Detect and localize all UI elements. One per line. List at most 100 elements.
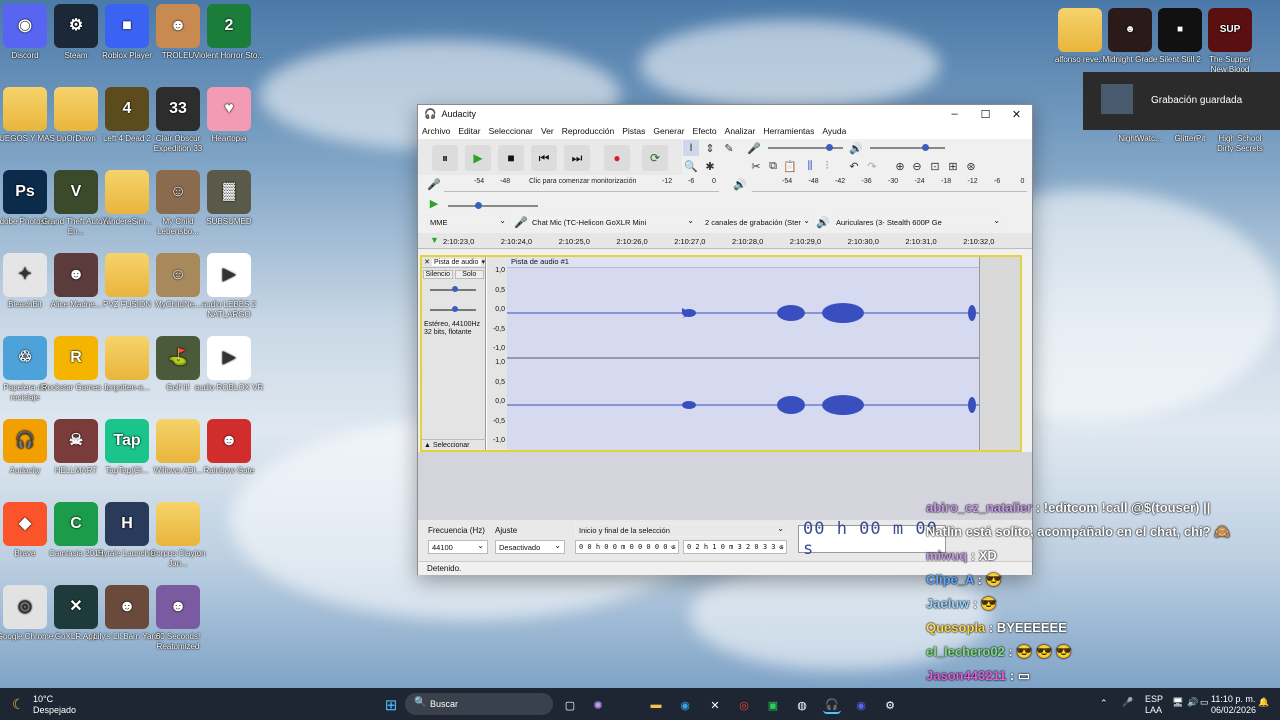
skip-start-button[interactable]: ⏮: [531, 145, 557, 171]
track-empty-area[interactable]: [979, 257, 1020, 450]
copy-icon[interactable]: ⧉: [765, 158, 781, 174]
menu-item[interactable]: Editar: [458, 126, 480, 136]
mute-button[interactable]: Silencio: [423, 270, 453, 279]
mic-volume-slider[interactable]: [768, 144, 843, 151]
file-explorer-icon[interactable]: ▬: [647, 696, 665, 714]
desktop-icon[interactable]: alfonso reve...: [1052, 8, 1108, 65]
title-bar[interactable]: 🎧 Audacity – ☐ ✕: [418, 105, 1032, 123]
clock-date[interactable]: 06/02/2026: [1211, 705, 1256, 715]
track-area[interactable]: ✕ Pista de audio ▾ Silencio Solo Estéreo…: [420, 255, 1022, 452]
stop-button[interactable]: ■: [498, 145, 524, 171]
menu-item[interactable]: Seleccionar: [489, 126, 533, 136]
steam-taskbar-icon[interactable]: ⚙: [881, 696, 899, 714]
desktop-icon[interactable]: ▶ audio LEBES 2 NATLARGO: [193, 253, 265, 320]
skip-end-button[interactable]: ⏭: [564, 145, 590, 171]
play-meter[interactable]: -54 -48 -42 -36 -30 -24 -18 -12 -6 0: [752, 178, 1027, 192]
envelope-tool-icon[interactable]: ⇕: [702, 140, 718, 156]
track-name-menu[interactable]: Pista de audio: [432, 258, 482, 266]
menu-item[interactable]: Generar: [653, 126, 684, 136]
menu-item[interactable]: Analizar: [725, 126, 756, 136]
battery-icon[interactable]: ▭: [1200, 697, 1209, 708]
selection-mode-select[interactable]: Inicio y final de la selección: [575, 523, 788, 537]
project-rate-select[interactable]: 44100: [428, 540, 488, 554]
selection-end-time[interactable]: 0 2 h 1 0 m 3 2 0 3 3 s: [683, 540, 787, 554]
channels-select[interactable]: 2 canales de grabación (Ster: [701, 215, 814, 229]
gain-slider[interactable]: [430, 286, 476, 292]
audio-host-select[interactable]: MME: [426, 215, 510, 229]
desktop-icon-label[interactable]: High School Dirty Secrets: [1212, 134, 1268, 154]
fit-project-icon[interactable]: ⊞: [945, 158, 961, 174]
pan-slider[interactable]: [430, 306, 476, 312]
menu-item[interactable]: Pistas: [622, 126, 645, 136]
timeline-ruler[interactable]: ▼ 2:10:23,0 2:10:24,0 2:10:25,0 2:10:26,0 2:…: [418, 233, 1032, 249]
notification-bell-icon[interactable]: 🔔: [1258, 697, 1269, 708]
desktop-icon[interactable]: 2 Violent Horror Sto...: [193, 4, 265, 61]
desktop-icon[interactable]: ☻ Rainbow Gate: [193, 419, 265, 476]
audacity-taskbar-icon[interactable]: 🎧: [823, 696, 841, 714]
recording-device-select[interactable]: Chat Mic (TC-Helicon GoXLR Mini: [528, 215, 698, 229]
zoom-in-icon[interactable]: ⊕: [892, 158, 908, 174]
close-icon[interactable]: ✕: [1001, 108, 1032, 121]
playback-device-select[interactable]: Auriculares (3- Stealth 600P Ge: [832, 215, 1004, 229]
menu-item[interactable]: Ver: [541, 126, 554, 136]
desktop-icon[interactable]: ▶ audio ROBLOX VR: [193, 336, 265, 393]
loop-button[interactable]: ⟳: [642, 145, 668, 171]
search-box[interactable]: 🔍 Buscar: [405, 693, 553, 715]
desktop-icon-label[interactable]: NightWatc...: [1112, 134, 1168, 144]
menu-item[interactable]: Efecto: [693, 126, 717, 136]
desktop-icon[interactable]: ☻ 60 Seconds! Reatomized: [142, 585, 214, 652]
desktop-icon[interactable]: Corpus Clayton Jan...: [142, 502, 214, 569]
selection-tool-icon[interactable]: I: [683, 140, 699, 156]
goxlr-icon[interactable]: ✕: [706, 696, 724, 714]
menu-item[interactable]: Herramientas: [763, 126, 814, 136]
language-layout[interactable]: LAA: [1145, 705, 1162, 715]
desktop-icon[interactable]: ■ Silent Still 2: [1152, 8, 1208, 65]
weather-desc[interactable]: Despejado: [33, 705, 76, 715]
zoom-tool-icon[interactable]: 🔍: [683, 158, 699, 174]
desktop-icon[interactable]: SUP The Supper New Blood: [1202, 8, 1258, 75]
pause-button[interactable]: ⏸: [432, 145, 458, 171]
volume-icon[interactable]: 🔊: [1187, 697, 1198, 708]
menu-item[interactable]: Ayuda: [822, 126, 846, 136]
zoom-out-icon[interactable]: ⊖: [909, 158, 925, 174]
multi-tool-icon[interactable]: ✱: [702, 158, 718, 174]
snap-select[interactable]: Desactivado: [495, 540, 565, 554]
discord-taskbar-icon[interactable]: ◉: [852, 696, 870, 714]
task-view-icon[interactable]: ▢: [561, 696, 579, 714]
weather-icon[interactable]: ☾: [12, 696, 25, 713]
copilot-icon[interactable]: ✺: [589, 696, 607, 714]
rec-meter[interactable]: -54 -48 Clic para comenzar monitorizació…: [444, 178, 719, 192]
trim-icon[interactable]: ⫼: [802, 158, 818, 174]
silence-icon[interactable]: ⫶: [819, 158, 835, 174]
select-track-button[interactable]: Seleccionar: [433, 442, 470, 449]
record-button[interactable]: ●: [604, 145, 630, 171]
play-at-speed-icon[interactable]: ▶: [426, 195, 442, 211]
cut-icon[interactable]: ✂: [748, 158, 764, 174]
zoom-toggle-icon[interactable]: ⊛: [963, 158, 979, 174]
start-icon[interactable]: ⊞: [382, 696, 400, 714]
menu-item[interactable]: Archivo: [422, 126, 450, 136]
selection-start-time[interactable]: 0 0 h 0 0 m 0 0 0 0 0 s: [575, 540, 679, 554]
clock-time[interactable]: 11:10 p. m.: [1211, 694, 1255, 704]
play-speed-slider[interactable]: [448, 202, 538, 209]
obs-icon[interactable]: ◍: [793, 696, 811, 714]
edge-icon[interactable]: ◉: [676, 696, 694, 714]
weather-temp[interactable]: 10°C: [33, 694, 53, 704]
menu-item[interactable]: Reproducción: [562, 126, 614, 136]
redo-icon[interactable]: ↷: [864, 158, 880, 174]
paste-icon[interactable]: 📋: [782, 158, 798, 174]
language-code[interactable]: ESP: [1145, 694, 1163, 704]
minimize-icon[interactable]: –: [939, 108, 970, 121]
camtasia-icon[interactable]: ▣: [764, 696, 782, 714]
desktop-icon[interactable]: ☻ Midnight Grade: [1102, 8, 1158, 65]
maximize-icon[interactable]: ☐: [970, 108, 1001, 121]
solo-button[interactable]: Solo: [454, 270, 484, 279]
draw-tool-icon[interactable]: ✎: [721, 140, 737, 156]
fit-selection-icon[interactable]: ⊡: [927, 158, 943, 174]
collapse-icon[interactable]: ▲: [424, 442, 431, 449]
notification-toast[interactable]: Grabación guardada: [1083, 72, 1280, 130]
undo-icon[interactable]: ↶: [846, 158, 862, 174]
play-button[interactable]: ▶: [465, 145, 491, 171]
audio-position-display[interactable]: 00 h 00 m 00 s: [798, 519, 946, 559]
waveform-clip[interactable]: Pista de audio #1: [507, 257, 979, 450]
